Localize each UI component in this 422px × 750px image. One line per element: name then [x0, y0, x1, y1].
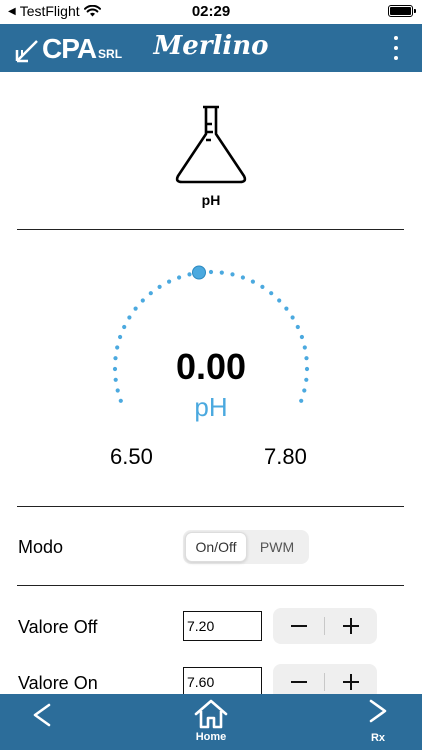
- gauge-dot: [250, 279, 255, 284]
- gauge-unit: pH: [194, 392, 228, 422]
- decrement-button[interactable]: [273, 608, 325, 644]
- mode-segmented-control: On/Off PWM: [183, 530, 309, 564]
- app-title: Merlino: [153, 31, 269, 61]
- plus-icon: [343, 618, 359, 634]
- mode-label: Modo: [18, 537, 64, 557]
- gauge-dot: [140, 298, 145, 303]
- gauge-min-label: 6.50: [110, 444, 153, 469]
- gauge-dot: [157, 284, 162, 289]
- gauge-dot: [148, 291, 153, 296]
- screen: ◀ TestFlight 02:29 CPA SRL Merlino pH 0.…: [0, 0, 422, 750]
- gauge-dot: [240, 275, 245, 280]
- gauge-dot: [133, 306, 138, 311]
- divider: [17, 585, 404, 586]
- battery-icon: [388, 5, 416, 17]
- gauge-dot: [284, 306, 289, 311]
- valore-on-label: Valore On: [18, 673, 98, 693]
- gauge-dot: [122, 324, 127, 330]
- gauge-dot: [187, 272, 192, 277]
- sensor-header: pH: [0, 72, 422, 229]
- status-time: 02:29: [191, 3, 231, 20]
- gauge-dot: [118, 334, 123, 340]
- gauge-dot: [219, 270, 224, 275]
- bottom-nav-bar: Home Rx: [0, 694, 422, 750]
- sensor-label: pH: [201, 192, 221, 208]
- dot: [394, 56, 398, 60]
- chevron-right-icon: [369, 699, 387, 723]
- mode-option-pwm[interactable]: PWM: [247, 532, 307, 562]
- dot: [394, 36, 398, 40]
- flask-icon: [175, 105, 247, 184]
- gauge-dot: [269, 291, 274, 296]
- plus-icon: [343, 674, 359, 690]
- gauge-indicator-knob[interactable]: [192, 265, 206, 280]
- gauge-value: 0.00: [175, 346, 247, 387]
- more-menu-button[interactable]: [390, 32, 402, 64]
- dot: [394, 46, 398, 50]
- gauge-dot: [230, 272, 235, 277]
- next-label: Rx: [370, 732, 386, 744]
- home-label: Home: [195, 731, 227, 743]
- home-button[interactable]: Home: [184, 698, 238, 748]
- gauge-dot: [208, 269, 214, 275]
- divider: [17, 506, 404, 507]
- ph-gauge: 0.00 pH 6.50 7.80: [0, 231, 422, 506]
- valore-on-input[interactable]: [183, 667, 262, 697]
- gauge-dot: [167, 279, 172, 284]
- valore-off-input[interactable]: [183, 611, 262, 641]
- mode-option-onoff[interactable]: On/Off: [185, 532, 247, 562]
- gauge-dot: [299, 334, 304, 340]
- valore-off-stepper: [273, 608, 377, 644]
- valore-off-label: Valore Off: [18, 617, 98, 637]
- chevron-left-icon: [33, 703, 51, 727]
- gauge-dot: [290, 315, 295, 320]
- gauge-max-label: 7.80: [264, 444, 307, 469]
- increment-button[interactable]: [325, 608, 377, 644]
- divider: [17, 229, 404, 230]
- gauge-dot: [295, 324, 300, 330]
- gauge-dot: [127, 315, 132, 320]
- minus-icon: [291, 625, 307, 627]
- app-header: CPA SRL Merlino: [0, 24, 422, 72]
- gauge-dot: [260, 284, 265, 289]
- next-button[interactable]: Rx: [360, 698, 396, 748]
- gauge-dot: [277, 298, 282, 303]
- status-bar: ◀ TestFlight 02:29: [0, 0, 422, 24]
- previous-button[interactable]: [30, 702, 54, 728]
- home-icon: [194, 699, 228, 729]
- minus-icon: [291, 681, 307, 683]
- gauge-dot: [177, 275, 182, 280]
